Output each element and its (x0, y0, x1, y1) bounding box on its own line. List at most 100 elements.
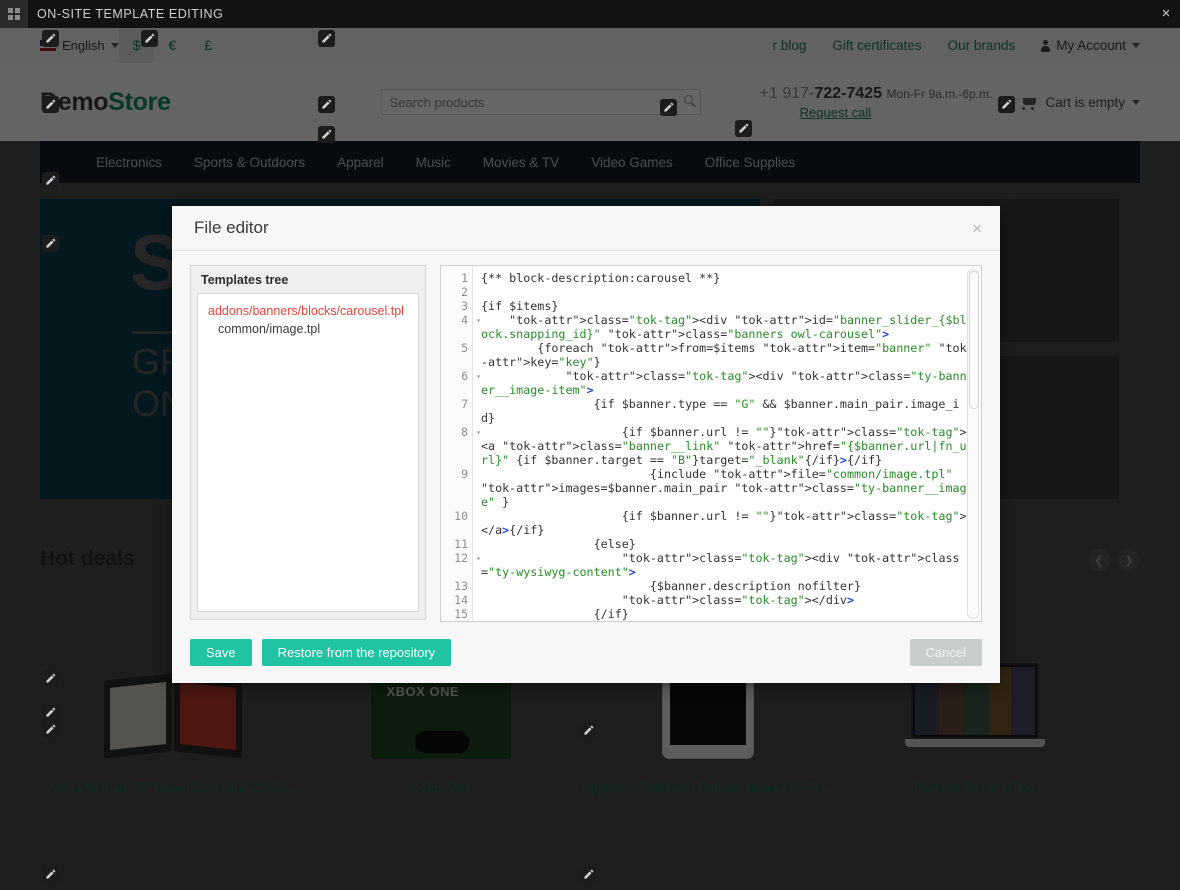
line-number: 16 (441, 621, 472, 622)
code-content[interactable]: {** block-description:carousel **} {if $… (473, 266, 981, 621)
nav-item-movies-tv[interactable]: Movies & TV (467, 155, 575, 170)
cancel-button[interactable]: Cancel (909, 639, 982, 667)
line-number-gutter: 1234▾56▾78▾9101112▾131415161718192021▾ (441, 266, 481, 622)
edit-pencil-icon[interactable] (580, 722, 597, 739)
restore-from-repository-button[interactable]: Restore from the repository (261, 639, 452, 667)
edit-pencil-icon[interactable] (318, 96, 335, 113)
edit-pencil-icon[interactable] (42, 721, 59, 738)
product-name[interactable]: Apple® - iPad® with Retina® display Wi-F… (574, 781, 841, 795)
edit-pencil-icon[interactable] (42, 30, 59, 47)
edit-pencil-icon[interactable] (660, 99, 677, 116)
nav-item-sports-outdoors[interactable]: Sports & Outdoors (178, 155, 321, 170)
carousel-arrows: ❮ ❯ (1088, 549, 1140, 571)
currency-gbp[interactable]: £ (190, 28, 226, 63)
link-our-blog[interactable]: r blog (773, 38, 807, 53)
edit-pencil-icon[interactable] (42, 866, 59, 883)
link-gift-certificates[interactable]: Gift certificates (832, 38, 921, 53)
code-editor[interactable]: 1234▾56▾78▾9101112▾131415161718192021▾ {… (440, 265, 982, 623)
code-line: {if $banner.url != ""}"tok-attr">class="… (481, 509, 967, 538)
edit-pencil-icon[interactable] (141, 30, 158, 47)
code-line: "tok-attr">class="tok-tag"><div "tok-att… (481, 369, 967, 398)
edit-pencil-icon[interactable] (735, 120, 752, 137)
tree-item-carousel-tpl[interactable]: addons/banners/blocks/carousel.tpl (198, 302, 418, 320)
close-icon[interactable]: × (1152, 0, 1180, 28)
save-button[interactable]: Save (190, 639, 252, 667)
line-number: 11 (454, 537, 468, 552)
nav-wrapper: Electronics Sports & Outdoors Apparel Mu… (0, 141, 1180, 183)
store-logo[interactable]: DemoStore (40, 88, 171, 117)
product-name[interactable]: Nokia N1 Pad 7.9" Quad-Core 64bit 2.3GH.… (40, 781, 307, 795)
templates-tree-header: Templates tree (201, 273, 289, 288)
line-number: 7 (461, 397, 468, 412)
admin-topbar: ON-SITE TEMPLATE EDITING × (0, 0, 1180, 28)
nav-item-video-games[interactable]: Video Games (575, 155, 689, 170)
tree-item-image-tpl[interactable]: common/image.tpl (198, 320, 418, 338)
nav-item-apparel[interactable]: Apparel (321, 155, 400, 170)
line-number: 9 (461, 467, 468, 482)
edit-pencil-icon[interactable] (42, 670, 59, 687)
search-icon[interactable] (683, 95, 693, 104)
edit-pencil-icon[interactable] (42, 235, 59, 252)
my-account-label: My Account (1056, 38, 1126, 53)
modal-footer: Save Restore from the repository Cancel (172, 622, 1000, 683)
currency-selector[interactable]: $ € £ (118, 28, 226, 63)
code-line: {if $banner.url != ""}"tok-attr">class="… (481, 425, 967, 468)
edit-pencil-icon[interactable] (42, 96, 59, 113)
nokia-pad-illustration (103, 673, 244, 759)
line-number: 14 (454, 593, 468, 608)
nav-item-office-supplies[interactable]: Office Supplies (689, 155, 812, 170)
edit-pencil-icon[interactable] (318, 30, 335, 47)
currency-eur[interactable]: € (154, 28, 190, 63)
chevron-down-icon (110, 43, 119, 48)
edit-pencil-icon[interactable] (998, 96, 1015, 113)
edit-pencil-icon[interactable] (42, 704, 59, 721)
link-our-brands[interactable]: Our brands (948, 38, 1016, 53)
modal-title: File editor (194, 218, 269, 238)
code-line: {else} (481, 537, 636, 552)
request-call-link[interactable]: Request call (800, 105, 993, 120)
contact-block: +1 917-722-7425 Mon-Fr 9a.m.-6p.m. Reque… (760, 85, 1023, 120)
grid-icon[interactable] (0, 0, 28, 28)
code-line: {$banner.description nofilter} (481, 579, 861, 594)
templates-tree-list: addons/banners/blocks/carousel.tpl commo… (197, 293, 419, 613)
line-number: 8 ▾ (461, 425, 481, 440)
top-links: r blog Gift certificates Our brands My A… (773, 38, 1140, 53)
code-line: {foreach "tok-attr">from=$items "tok-att… (481, 341, 967, 370)
line-number: 5 (461, 341, 468, 356)
edit-pencil-icon[interactable] (318, 126, 335, 143)
modal-header: File editor × (172, 206, 1000, 252)
line-number: 3 (461, 299, 468, 314)
logo-text-store: Store (108, 87, 171, 116)
carousel-next-icon[interactable]: ❯ (1118, 549, 1140, 571)
product-name[interactable]: X-Box One (307, 781, 574, 795)
user-icon (1041, 39, 1051, 52)
carousel-prev-icon[interactable]: ❮ (1088, 549, 1110, 571)
file-editor-modal: File editor × Templates tree addons/bann… (172, 206, 1000, 683)
phone-number: +1 917-722-7425 Mon-Fr 9a.m.-6p.m. (760, 85, 993, 103)
cart-label: Cart is empty (1045, 94, 1125, 110)
product-name[interactable]: Packard Bell OneTwo (841, 781, 1108, 795)
line-number: 4 ▾ (461, 313, 481, 328)
code-line: "tok-attr">class="tok-tag"><div "tok-att… (481, 313, 967, 342)
store-topline: English $ € £ r blog Gift certificates O… (0, 28, 1180, 63)
editor-scrollbar-thumb[interactable] (969, 271, 979, 410)
line-number: 12 ▾ (454, 551, 481, 566)
line-number: 2 (461, 285, 468, 300)
line-number: 15 (454, 607, 468, 622)
chevron-down-icon (1132, 43, 1140, 48)
my-account-menu[interactable]: My Account (1041, 38, 1140, 53)
main-navigation: Electronics Sports & Outdoors Apparel Mu… (40, 141, 1140, 183)
code-line: {if $items} (481, 299, 559, 314)
nav-item-electronics[interactable]: Electronics (80, 155, 178, 170)
edit-pencil-icon[interactable] (42, 172, 59, 189)
chevron-down-icon (1132, 99, 1140, 105)
cart-widget[interactable]: Cart is empty (1022, 95, 1140, 110)
nav-item-music[interactable]: Music (400, 155, 467, 170)
code-line: "tok-attr">class="tok-tag"></div> (621, 593, 854, 608)
editor-scrollbar[interactable] (967, 269, 979, 620)
search-input[interactable] (380, 89, 701, 115)
modal-close-icon[interactable]: × (972, 219, 982, 239)
store-hours: Mon-Fr 9a.m.-6p.m. (886, 86, 993, 101)
edit-pencil-icon[interactable] (580, 866, 597, 883)
